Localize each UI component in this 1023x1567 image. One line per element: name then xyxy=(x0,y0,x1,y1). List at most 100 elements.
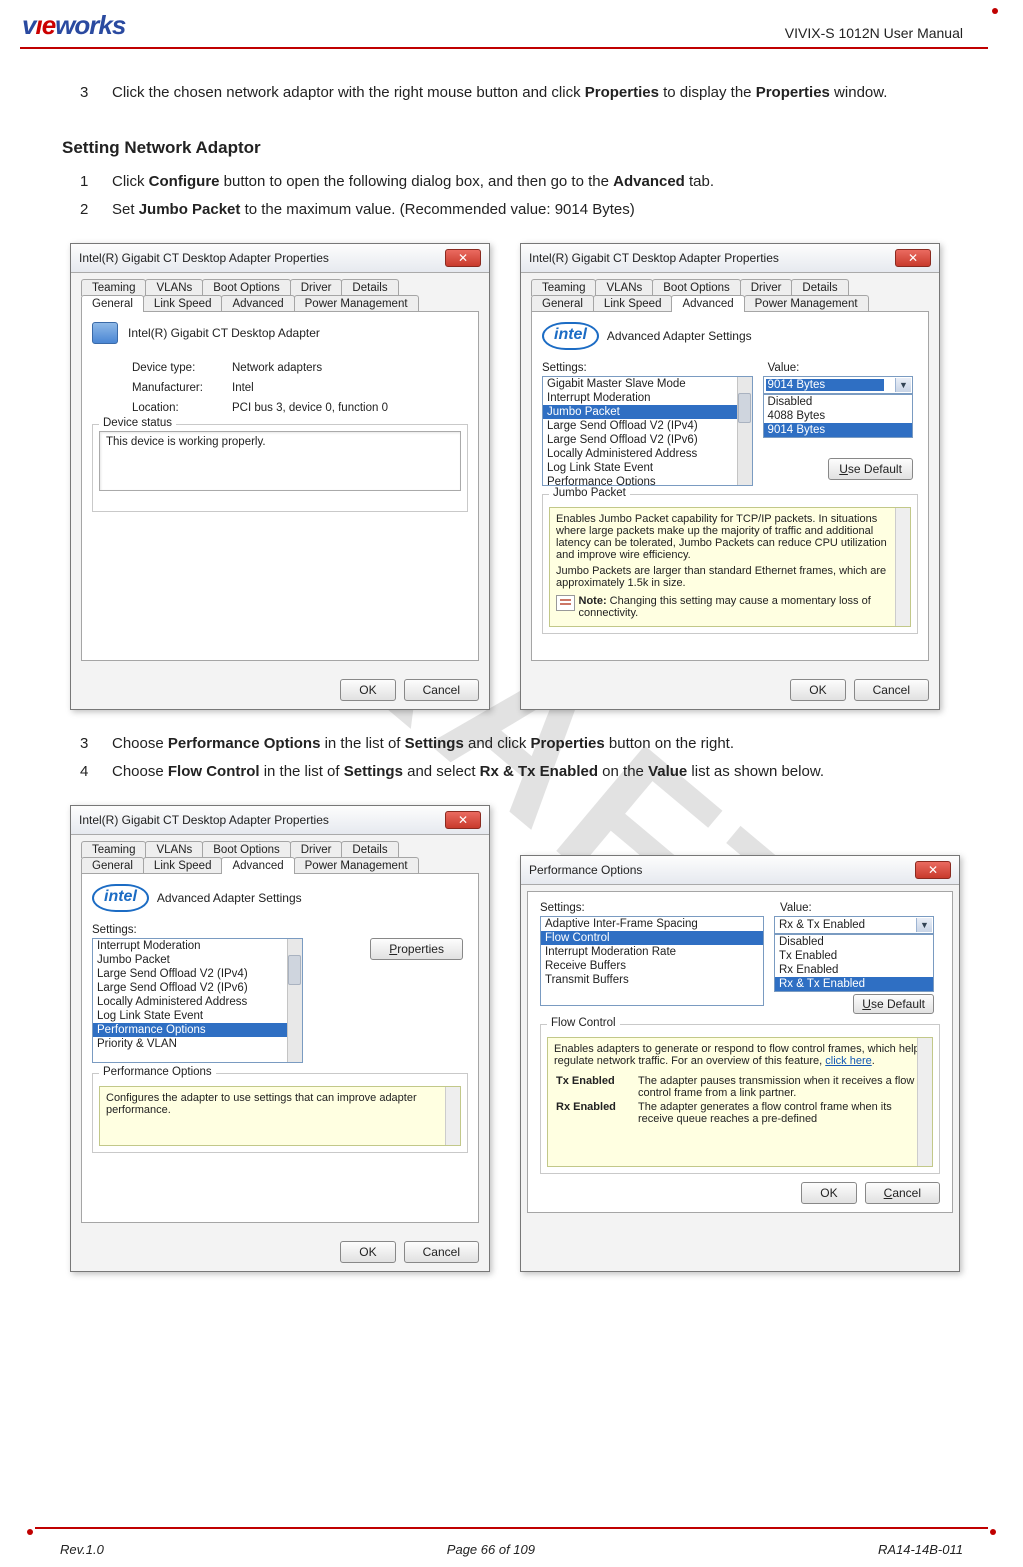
tab-power-management[interactable]: Power Management xyxy=(744,295,869,312)
list-item[interactable]: Priority & VLAN xyxy=(93,1037,302,1051)
chevron-down-icon[interactable]: ▼ xyxy=(916,918,932,932)
list-item[interactable]: Log Link State Event xyxy=(93,1009,302,1023)
dialog-title: Intel(R) Gigabit CT Desktop Adapter Prop… xyxy=(79,251,329,265)
list-item[interactable]: Jumbo Packet xyxy=(93,953,302,967)
list-item[interactable]: Rx Enabled xyxy=(775,963,933,977)
page-header: vıeworks VIVIX-S 1012N User Manual xyxy=(0,0,1023,47)
list-item[interactable]: Rx & Tx Enabled xyxy=(775,977,933,991)
desc-title: Performance Options xyxy=(99,1066,216,1078)
value-combobox[interactable]: Rx & Tx Enabled ▼ xyxy=(774,916,934,934)
tab-boot-options[interactable]: Boot Options xyxy=(202,279,290,296)
list-item[interactable]: Interrupt Moderation Rate xyxy=(541,945,763,959)
settings-listbox[interactable]: Adaptive Inter-Frame Spacing Flow Contro… xyxy=(540,916,764,1006)
list-item[interactable]: Receive Buffers xyxy=(541,959,763,973)
list-item[interactable]: 4088 Bytes xyxy=(764,409,912,423)
value-dropdown-open[interactable]: Disabled Tx Enabled Rx Enabled Rx & Tx E… xyxy=(774,934,934,992)
list-item[interactable]: Locally Administered Address xyxy=(93,995,302,1009)
tab-power-management[interactable]: Power Management xyxy=(294,857,419,874)
cancel-button[interactable]: Cancel xyxy=(404,1241,479,1263)
rx-enabled-label: Rx Enabled xyxy=(556,1101,636,1125)
list-item[interactable]: Locally Administered Address xyxy=(543,447,752,461)
cancel-button[interactable]: Cancel xyxy=(865,1182,940,1204)
list-item[interactable]: Adaptive Inter-Frame Spacing xyxy=(541,917,763,931)
tab-teaming[interactable]: Teaming xyxy=(81,841,146,858)
tab-link-speed[interactable]: Link Speed xyxy=(593,295,673,312)
tab-driver[interactable]: Driver xyxy=(290,279,343,296)
tab-vlans[interactable]: VLANs xyxy=(145,841,203,858)
list-item[interactable]: Large Send Offload V2 (IPv4) xyxy=(93,967,302,981)
list-item[interactable]: Large Send Offload V2 (IPv6) xyxy=(93,981,302,995)
use-default-button[interactable]: Use Default xyxy=(828,458,913,480)
step-number: 3 xyxy=(80,730,94,759)
tab-driver[interactable]: Driver xyxy=(740,279,793,296)
close-icon[interactable]: ✕ xyxy=(915,861,951,879)
close-icon[interactable]: ✕ xyxy=(895,249,931,267)
scrollbar[interactable] xyxy=(917,1038,932,1166)
value-combobox[interactable]: 9014 Bytes ▼ xyxy=(763,376,913,394)
decor-dot xyxy=(990,1529,996,1535)
tab-general[interactable]: General xyxy=(81,857,144,874)
intel-logo-icon: intel xyxy=(92,884,149,912)
tab-advanced[interactable]: Advanced xyxy=(671,295,744,312)
settings-label: Settings: xyxy=(92,924,303,936)
close-icon[interactable]: ✕ xyxy=(445,811,481,829)
tab-boot-options[interactable]: Boot Options xyxy=(202,841,290,858)
use-default-button[interactable]: Use Default xyxy=(853,994,934,1014)
tab-details[interactable]: Details xyxy=(341,841,398,858)
list-item[interactable]: Disabled xyxy=(764,395,912,409)
list-item[interactable]: Transmit Buffers xyxy=(541,973,763,987)
ok-button[interactable]: OK xyxy=(340,679,395,701)
list-item[interactable]: Jumbo Packet xyxy=(543,405,752,419)
device-info: Device type:Network adapters Manufacture… xyxy=(132,362,468,414)
properties-button[interactable]: Properties xyxy=(370,938,463,960)
tab-details[interactable]: Details xyxy=(341,279,398,296)
scrollbar[interactable] xyxy=(895,508,910,626)
tab-advanced[interactable]: Advanced xyxy=(221,857,294,874)
close-icon[interactable]: ✕ xyxy=(445,249,481,267)
list-item[interactable]: Log Link State Event xyxy=(543,461,752,475)
list-item[interactable]: Interrupt Moderation xyxy=(543,391,752,405)
ok-button[interactable]: OK xyxy=(801,1182,856,1204)
intel-logo-icon: intel xyxy=(542,322,599,350)
tab-link-speed[interactable]: Link Speed xyxy=(143,295,223,312)
tab-details[interactable]: Details xyxy=(791,279,848,296)
value-dropdown-open[interactable]: Disabled 4088 Bytes 9014 Bytes xyxy=(763,394,913,438)
list-item[interactable]: 9014 Bytes xyxy=(764,423,912,437)
list-item[interactable]: Performance Options xyxy=(93,1023,302,1037)
device-status-label: Device status xyxy=(99,417,176,429)
scrollbar[interactable] xyxy=(445,1087,460,1145)
cancel-button[interactable]: Cancel xyxy=(404,679,479,701)
tab-power-management[interactable]: Power Management xyxy=(294,295,419,312)
tab-general[interactable]: General xyxy=(81,295,144,312)
list-item[interactable]: Large Send Offload V2 (IPv6) xyxy=(543,433,752,447)
tab-driver[interactable]: Driver xyxy=(290,841,343,858)
document-code: RA14-14B-011 xyxy=(878,1542,963,1557)
list-item[interactable]: Disabled xyxy=(775,935,933,949)
chevron-down-icon[interactable]: ▼ xyxy=(895,378,911,392)
tab-boot-options[interactable]: Boot Options xyxy=(652,279,740,296)
click-here-link[interactable]: click here xyxy=(825,1055,871,1067)
ok-button[interactable]: OK xyxy=(790,679,845,701)
settings-listbox[interactable]: Gigabit Master Slave Mode Interrupt Mode… xyxy=(542,376,753,486)
list-item[interactable]: Gigabit Master Slave Mode xyxy=(543,377,752,391)
tab-advanced[interactable]: Advanced xyxy=(221,295,294,312)
step-3-top: 3 Click the chosen network adaptor with … xyxy=(80,79,963,108)
scrollbar[interactable] xyxy=(737,377,752,485)
list-item[interactable]: Tx Enabled xyxy=(775,949,933,963)
tab-link-speed[interactable]: Link Speed xyxy=(143,857,223,874)
ok-button[interactable]: OK xyxy=(340,1241,395,1263)
settings-listbox[interactable]: Interrupt Moderation Jumbo Packet Large … xyxy=(92,938,303,1063)
list-item[interactable]: Interrupt Moderation xyxy=(93,939,302,953)
tab-general[interactable]: General xyxy=(531,295,594,312)
desc-text: Enables Jumbo Packet capability for TCP/… xyxy=(556,513,904,561)
tab-vlans[interactable]: VLANs xyxy=(145,279,203,296)
properties-dialog-advanced-performance: Intel(R) Gigabit CT Desktop Adapter Prop… xyxy=(70,805,490,1272)
scrollbar[interactable] xyxy=(287,939,302,1062)
list-item[interactable]: Flow Control xyxy=(541,931,763,945)
list-item[interactable]: Performance Options xyxy=(543,475,752,486)
list-item[interactable]: Large Send Offload V2 (IPv4) xyxy=(543,419,752,433)
tab-teaming[interactable]: Teaming xyxy=(81,279,146,296)
tab-vlans[interactable]: VLANs xyxy=(595,279,653,296)
tab-teaming[interactable]: Teaming xyxy=(531,279,596,296)
cancel-button[interactable]: Cancel xyxy=(854,679,929,701)
